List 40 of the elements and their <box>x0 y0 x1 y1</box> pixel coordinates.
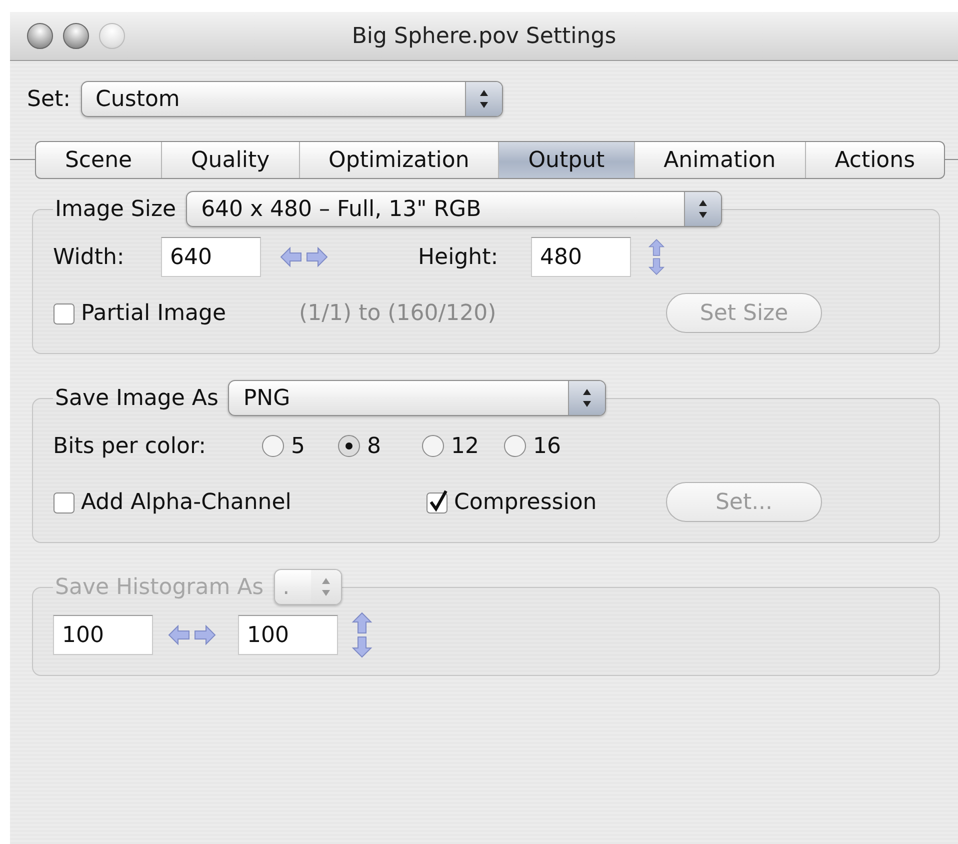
radio-button[interactable] <box>421 434 445 458</box>
updown-arrows-icon <box>581 387 594 409</box>
group-title: Image Size <box>55 196 176 222</box>
tab[interactable]: Actions <box>806 142 944 178</box>
window-title: Big Sphere.pov Settings <box>352 24 616 48</box>
left-right-arrows-icon[interactable] <box>279 245 329 269</box>
window-button[interactable] <box>63 23 89 49</box>
input-field[interactable]: 480 <box>531 237 631 277</box>
updown-arrows-icon <box>478 88 490 110</box>
checkbox[interactable] <box>53 301 75 325</box>
popup-menu[interactable]: Custom <box>80 81 503 117</box>
radio-button[interactable] <box>337 434 361 458</box>
window-button[interactable] <box>27 23 53 49</box>
updown-arrows-icon <box>697 198 710 220</box>
radio-label: 5 <box>291 434 305 458</box>
updown-arrows-icon <box>320 576 332 598</box>
radio-label: 8 <box>367 434 381 458</box>
checkbox-label: Partial Image <box>81 300 226 326</box>
field-label: Width: <box>53 244 126 270</box>
group-title: Save Image As <box>55 386 218 410</box>
tab[interactable]: Scene <box>36 142 162 178</box>
radio-button[interactable] <box>503 434 527 458</box>
range-text: (1/1) to (160/120) <box>299 300 498 326</box>
checkbox[interactable] <box>426 490 448 514</box>
input-field[interactable]: 640 <box>161 237 261 277</box>
checkbox-label: Add Alpha-Channel <box>81 490 292 514</box>
tab[interactable]: Output <box>499 142 635 178</box>
tab[interactable]: Animation <box>634 142 806 178</box>
field-label: Height: <box>418 244 500 270</box>
checkbox[interactable] <box>53 490 75 514</box>
field-label: Bits per color: <box>53 434 208 458</box>
checkbox-label: Compression <box>454 490 597 514</box>
radio-label: 16 <box>533 434 561 458</box>
popup-menu[interactable]: PNG <box>228 380 606 416</box>
popup-menu[interactable]: 640 x 480 – Full, 13" RGB <box>186 191 722 227</box>
tab[interactable]: Quality <box>162 142 300 178</box>
radio-label: 12 <box>451 434 479 458</box>
set-label: Set: <box>27 86 71 112</box>
group-title: Save Histogram As <box>55 574 264 600</box>
radio-button[interactable] <box>261 434 285 458</box>
